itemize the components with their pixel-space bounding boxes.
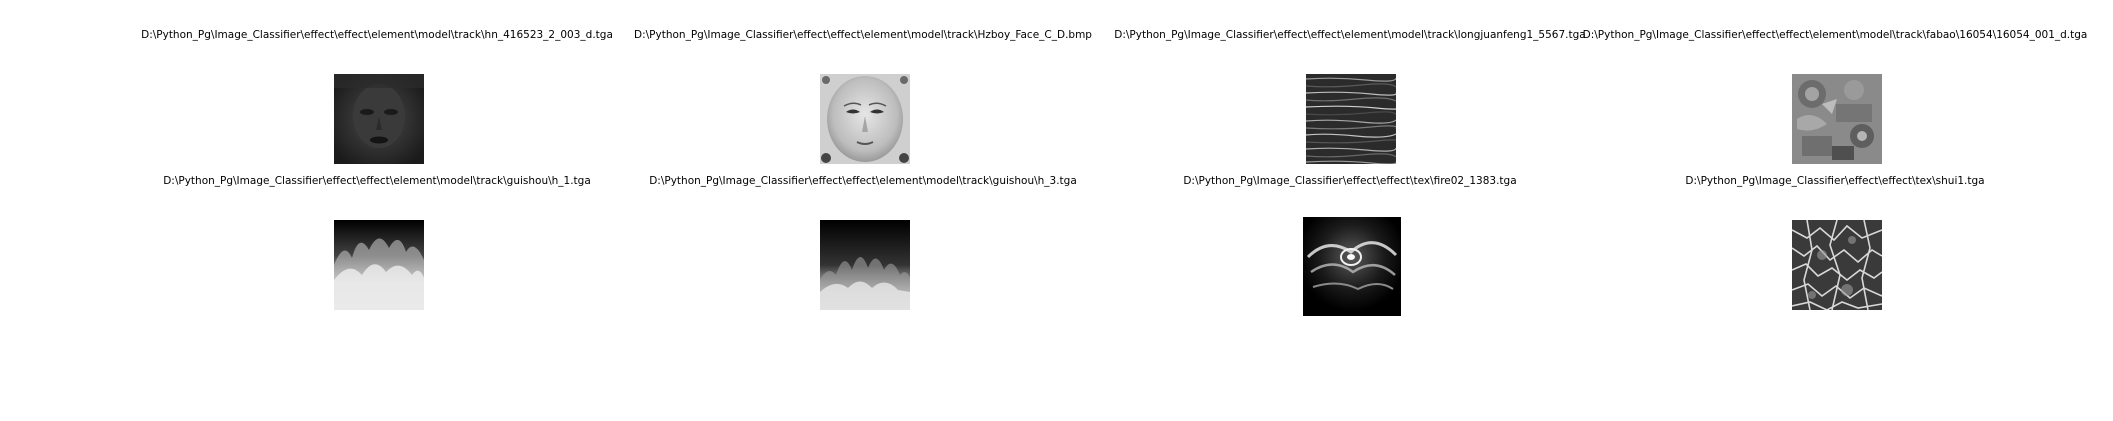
cell-title-6: D:\Python_Pg\Image_Classifier\effect\eff…	[649, 175, 1077, 187]
thumbnail-image-4	[1792, 74, 1882, 164]
thumbnail-image-7	[1303, 217, 1401, 316]
thumbnail-image-5	[334, 220, 424, 310]
swirl-fire-texture-icon	[1303, 217, 1401, 316]
fire-gradient-texture-icon	[820, 220, 910, 310]
cell-title-4: D:\Python_Pg\Image_Classifier\effect\eff…	[1582, 29, 2088, 41]
cell-title-3: D:\Python_Pg\Image_Classifier\effect\eff…	[1114, 29, 1586, 41]
water-caustic-texture-icon	[1792, 220, 1882, 310]
thumbnail-image-2	[820, 74, 910, 164]
cell-title-8: D:\Python_Pg\Image_Classifier\effect\eff…	[1685, 175, 1985, 187]
cell-title-5: D:\Python_Pg\Image_Classifier\effect\eff…	[163, 175, 591, 187]
thumbnail-image-1	[334, 74, 424, 164]
cell-title-2: D:\Python_Pg\Image_Classifier\effect\eff…	[634, 29, 1092, 41]
dark-face-texture-icon	[334, 74, 424, 164]
streak-texture-icon	[1306, 74, 1396, 164]
cell-title-1: D:\Python_Pg\Image_Classifier\effect\eff…	[141, 29, 613, 41]
thumbnail-image-8	[1792, 220, 1882, 310]
grey-face-texture-icon	[820, 74, 910, 164]
mixed-atlas-texture-icon	[1792, 74, 1882, 164]
cell-title-7: D:\Python_Pg\Image_Classifier\effect\eff…	[1183, 175, 1517, 187]
thumbnail-image-3	[1306, 74, 1396, 164]
fire-gradient-texture-icon	[334, 220, 424, 310]
thumbnail-image-6	[820, 220, 910, 310]
